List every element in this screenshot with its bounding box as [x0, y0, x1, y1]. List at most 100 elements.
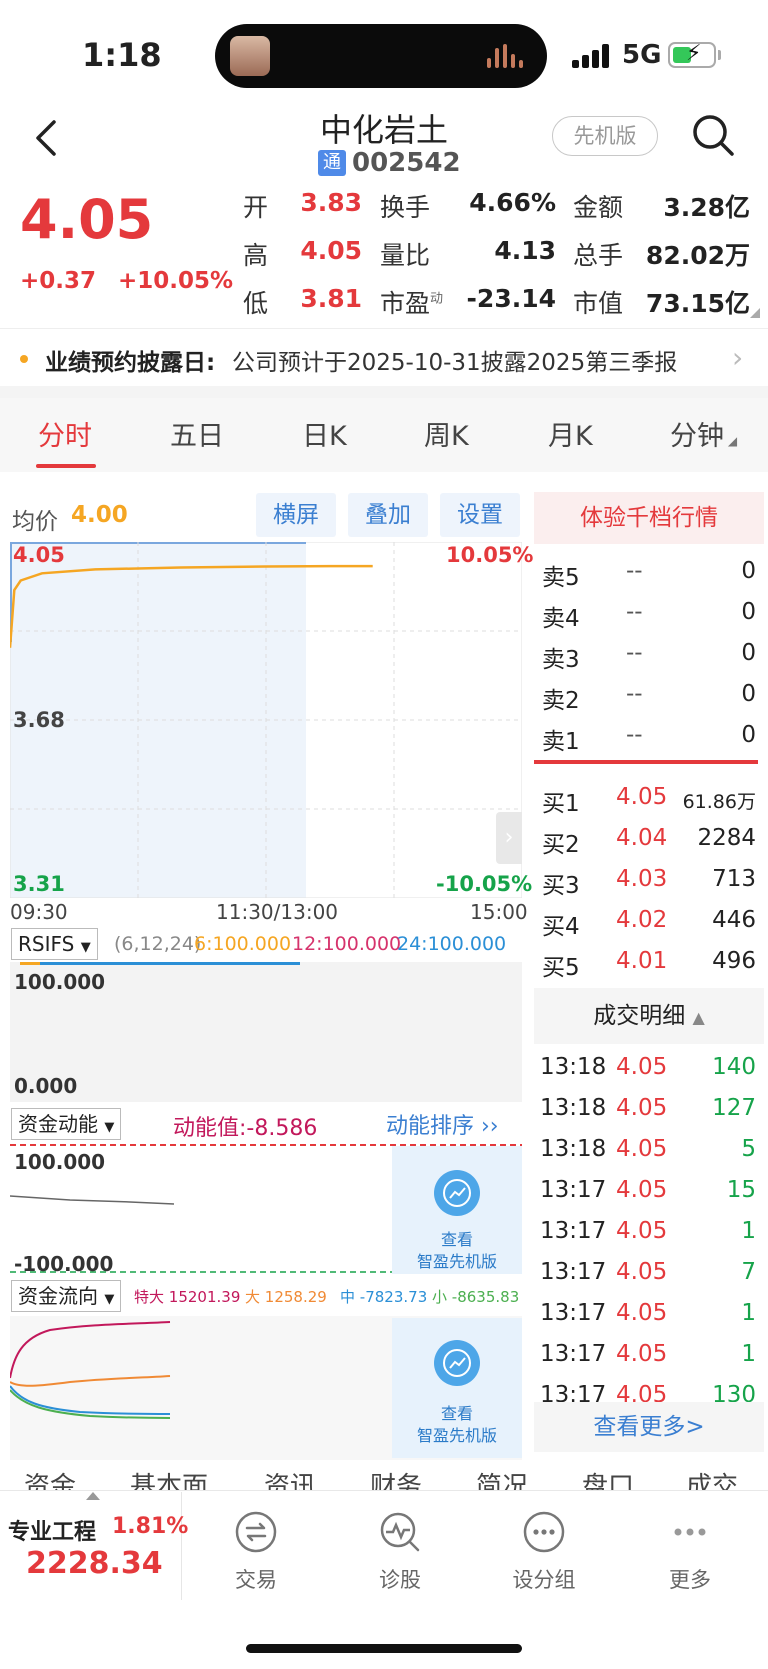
period-tabs: 分时 五日 日K 周K 月K 分钟 ◢ [0, 398, 768, 472]
audio-wave-icon [487, 44, 527, 68]
change-amount: +0.37 [20, 268, 97, 294]
x-label-open: 09:30 [10, 900, 68, 924]
deal-detail-header[interactable]: 成交明细 ▲ [534, 988, 764, 1044]
pioneer-lock-card[interactable]: 查看 智盈先机版 [392, 1146, 522, 1274]
tab-underline [36, 464, 96, 468]
list-item: 13:18 4.05 140 [540, 1054, 756, 1080]
lock-card-line1: 查看 [440, 1230, 473, 1249]
flow-xl: 特大 15201.39 [134, 1288, 241, 1306]
earnings-notice[interactable]: 业绩预约披露日: 公司预计于2025-10-31披露2025第三季报 › [0, 328, 768, 386]
fund-momentum-bar: 资金动能 ▼ 动能值:-8.586 动能排序 ›› [10, 1104, 522, 1144]
tab-intraday[interactable]: 分时 [38, 414, 92, 453]
deal-list[interactable]: 13:18 4.05 140 13:18 4.05 127 13:18 4.05 5 13:… [534, 1050, 764, 1402]
momentum-rank-link[interactable]: 动能排序 ›› [386, 1108, 499, 1140]
spacer [0, 472, 768, 492]
index-name: 专业工程 [8, 1520, 97, 1545]
nav-group-label: 设分组 [512, 1568, 576, 1592]
settings-button[interactable]: 设置 [440, 493, 520, 537]
tab-five-day[interactable]: 五日 [170, 414, 224, 453]
buy-row-1: 买1 4.05 61.86万 [542, 784, 756, 817]
fund-momentum-select[interactable]: 资金动能 ▼ [11, 1108, 122, 1140]
fund-flow-select[interactable]: 资金流向 ▼ [11, 1280, 122, 1312]
rsifs-params: (6,12,24) [114, 933, 202, 955]
trend-icon [434, 1340, 480, 1386]
landscape-button[interactable]: 横屏 [256, 493, 336, 537]
list-item: 13:17 4.05 7 [540, 1259, 756, 1285]
stock-code-row: 通 002542 [318, 148, 461, 178]
intraday-chart[interactable] [10, 542, 522, 898]
chart-y-mid: 3.68 [13, 708, 65, 732]
list-item: 13:18 4.05 5 [540, 1136, 756, 1162]
sell-row-1: 卖1 -- 0 [542, 722, 756, 755]
pioneer-lock-card-2[interactable]: 查看 智盈先机版 [392, 1318, 522, 1458]
pe-label: 市盈动 [380, 289, 444, 318]
overlay-button[interactable]: 叠加 [348, 493, 428, 537]
indicator-select[interactable]: RSIFS ▼ [11, 928, 98, 960]
stock-code: 002542 [352, 148, 461, 178]
tab-minute[interactable]: 分钟 ◢ [670, 414, 737, 453]
high-label: 高 [243, 241, 269, 270]
mkt-cap-value: 73.15亿 [645, 289, 750, 318]
list-item: 13:17 4.05 15 [540, 1177, 756, 1203]
mkt-cap-label: 市值 [573, 289, 624, 318]
amount-value: 3.28亿 [663, 193, 750, 222]
flow-m-line [10, 1385, 171, 1415]
flow-l-line [10, 1375, 171, 1387]
lock-card-line2: 智盈先机版 [416, 1252, 497, 1271]
tab-monthly-k[interactable]: 月K [548, 414, 593, 453]
order-book-divider [534, 760, 758, 764]
flow-l: 大 1258.29 [245, 1288, 327, 1306]
chart-y-low-pct: -10.05% [436, 872, 533, 896]
avg-price-value: 4.00 [71, 502, 128, 528]
caret-up-icon [86, 1492, 100, 1500]
view-more-button[interactable]: 查看更多> [534, 1402, 764, 1452]
chevron-right-icon[interactable]: › [496, 812, 522, 864]
momentum-line [10, 1195, 175, 1205]
pioneer-version-button[interactable]: 先机版 [552, 116, 658, 156]
expand-corner-icon[interactable] [750, 308, 760, 318]
rsifs-v12: 12:100.000 [292, 933, 402, 955]
tab-weekly-k[interactable]: 周K [424, 414, 469, 453]
fund-flow-bar: 资金流向 ▼ 特大 15201.39 大 1258.29 中 -7823.73 … [10, 1278, 522, 1316]
total-vol-label: 总手 [573, 241, 624, 270]
home-indicator[interactable] [246, 1644, 522, 1653]
turnover-value: 4.66% [469, 188, 556, 217]
nav-group[interactable]: 设分组 [484, 1508, 604, 1594]
turnover-label: 换手 [380, 193, 431, 222]
x-label-close: 15:00 [470, 900, 528, 924]
nav-more[interactable]: 更多 [630, 1508, 750, 1594]
momentum-value: 动能值:-8.586 [173, 1116, 318, 1141]
current-price: 4.05 [20, 188, 154, 251]
tong-badge: 通 [318, 150, 346, 176]
chevron-right-icon: › [732, 341, 744, 374]
notice-dot-icon [20, 355, 28, 363]
list-item: 13:17 4.05 1 [540, 1300, 756, 1326]
lock-card-line1: 查看 [440, 1404, 473, 1423]
list-item: 13:17 4.05 1 [540, 1218, 756, 1244]
search-icon[interactable] [690, 112, 736, 158]
battery-icon: ⚡ [668, 41, 716, 68]
pe-value: -23.14 [466, 284, 556, 313]
high-value: 4.05 [300, 236, 362, 265]
sell-row-2: 卖2 -- 0 [542, 681, 756, 714]
total-vol-value: 82.02万 [645, 241, 750, 270]
rsifs-bottom: 0.000 [14, 1074, 78, 1098]
dynamic-island[interactable] [215, 24, 547, 88]
nav-trade[interactable]: 交易 [196, 1508, 316, 1594]
rsifs-v6: 6:100.000 [194, 933, 292, 955]
thousand-level-button[interactable]: 体验千档行情 [534, 492, 764, 544]
tab-daily-k[interactable]: 日K [302, 414, 347, 453]
index-value: 2228.34 [26, 1546, 163, 1581]
notice-label: 业绩预约披露日: [45, 350, 216, 376]
list-item: 13:17 4.05 130 [540, 1382, 756, 1402]
trade-icon [235, 1511, 277, 1553]
network-type: 5G [622, 40, 662, 70]
divider [0, 386, 768, 398]
nav-diagnose[interactable]: 诊股 [340, 1508, 460, 1594]
open-value: 3.83 [300, 188, 362, 217]
flow-m: 中 -7823.73 [340, 1288, 428, 1306]
battery-nub [718, 50, 721, 60]
x-label-midday: 11:30/13:00 [216, 900, 339, 924]
momentum-top: 100.000 [14, 1150, 106, 1174]
low-value: 3.81 [300, 284, 362, 313]
